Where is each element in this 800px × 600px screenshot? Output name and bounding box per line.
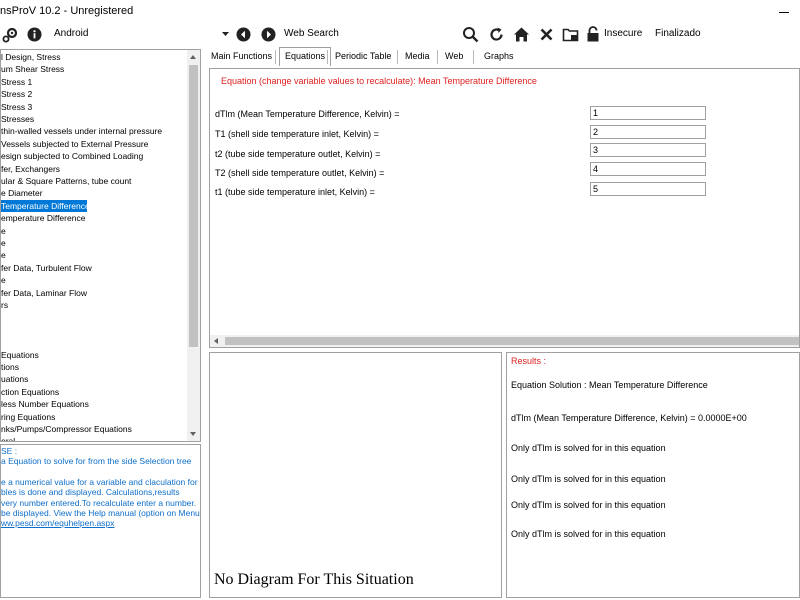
tab-periodic-table[interactable]: Periodic Table (330, 49, 396, 65)
tree-item[interactable]: nks/Pumps/Compressor Equations (1, 423, 132, 435)
scroll-left-icon[interactable] (214, 338, 218, 344)
tab-media[interactable]: Media (400, 49, 435, 65)
tree-item[interactable]: thin-walled vessels under internal press… (1, 125, 162, 137)
tree-item[interactable]: Stress 1 (1, 76, 32, 88)
variable-input[interactable] (590, 143, 706, 157)
unlock-icon[interactable] (586, 26, 601, 43)
result-line: Only dTlm is solved for in this equation (511, 443, 666, 453)
equation-tree[interactable]: ivativeseralnks/Pumps/Compressor Equatio… (0, 49, 201, 442)
home-icon[interactable] (513, 26, 530, 43)
tab-equations[interactable]: Equations (279, 47, 332, 66)
tree-item[interactable]: emperature Difference (1, 212, 85, 224)
result-line: Equation Solution : Mean Temperature Dif… (511, 380, 708, 390)
tree-item[interactable]: less Number Equations (1, 398, 89, 410)
title-bar: nsProV 10.2 - Unregistered (0, 0, 800, 24)
tab-web[interactable]: Web (440, 49, 468, 65)
gear-icon[interactable] (2, 27, 18, 43)
usage-text: bles is done and displayed. Calculations… (1, 487, 180, 498)
tree-item[interactable]: esign subjected to Combined Loading (1, 150, 143, 162)
variable-label: t1 (tube side temperature inlet, Kelvin)… (215, 187, 375, 197)
results-title: Results : (511, 356, 547, 366)
tab-separator (327, 50, 328, 64)
toolbar: Android Web Search Insecure Finalizado (0, 24, 800, 46)
equation-panel: Equation (change variable values to reca… (209, 68, 800, 348)
tree-item[interactable]: eral (1, 435, 15, 441)
tab-main-functions[interactable]: Main Functions (206, 49, 277, 65)
equation-hscrollbar[interactable] (210, 335, 799, 347)
scroll-up-icon[interactable] (190, 55, 196, 59)
tab-separator (275, 50, 276, 64)
tree-item[interactable]: Stresses (1, 113, 34, 125)
result-line: Only dTlm is solved for in this equation (511, 474, 666, 484)
scroll-thumb[interactable] (225, 337, 799, 345)
usage-text: e a numerical value for a variable and c… (1, 476, 198, 487)
dropdown-arrow-icon[interactable] (222, 32, 229, 37)
tree-item[interactable]: fer, Exchangers (1, 163, 60, 175)
tree-item[interactable]: e Diameter (1, 187, 43, 199)
tab-graphs[interactable]: Graphs (479, 49, 519, 65)
tab-bar: Main Functions Equations Periodic Table … (205, 46, 800, 66)
variable-input[interactable] (590, 125, 706, 139)
result-line: Only dTlm is solved for in this equation (511, 529, 666, 539)
variable-label: T1 (shell side temperature inlet, Kelvin… (215, 129, 379, 139)
usage-text: be displayed. View the Help manual (opti… (1, 507, 201, 518)
tree-item-selected[interactable]: Temperature Difference (1, 199, 90, 212)
info-icon[interactable] (27, 27, 42, 42)
usage-text: very number entered.To recalculate enter… (1, 497, 197, 508)
android-button[interactable]: Android (54, 28, 88, 39)
tree-item[interactable]: Stress 2 (1, 88, 32, 100)
close-icon[interactable] (540, 28, 553, 41)
tree-item[interactable]: e (1, 249, 6, 261)
usage-text: SE : (1, 446, 18, 456)
tree-item[interactable]: Stress 3 (1, 101, 32, 113)
usage-info-panel: SE :a Equation to solve for from the sid… (0, 444, 201, 598)
variable-input[interactable] (590, 162, 706, 176)
status-label: Finalizado (655, 28, 701, 39)
tree-item[interactable]: uations (1, 373, 28, 385)
folder-icon[interactable] (562, 26, 579, 43)
tree-item[interactable]: fer Data, Turbulent Flow (1, 262, 92, 274)
back-arrow-icon[interactable] (236, 27, 251, 42)
tree-item[interactable]: e (1, 225, 6, 237)
usage-text: a Equation to solve for from the side Se… (1, 456, 192, 467)
refresh-icon[interactable] (488, 26, 505, 43)
tree-item[interactable]: ring Equations (1, 411, 55, 423)
tree-item[interactable]: e (1, 237, 6, 249)
forward-arrow-icon[interactable] (261, 27, 276, 42)
help-link[interactable]: ww.pesd.com/equhelpen.aspx (1, 518, 114, 528)
tree-item[interactable]: fer Data, Laminar Flow (1, 287, 87, 299)
tree-item[interactable]: e (1, 274, 6, 286)
equation-title: Equation (change variable values to reca… (221, 76, 537, 86)
scroll-thumb[interactable] (189, 65, 198, 347)
result-line: dTlm (Mean Temperature Difference, Kelvi… (511, 413, 747, 423)
variable-label: t2 (tube side temperature outlet, Kelvin… (215, 149, 381, 159)
tree-item[interactable]: Vessels subjected to External Pressure (1, 138, 148, 150)
window-title: nsProV 10.2 - Unregistered (0, 5, 134, 17)
tree-item[interactable]: ction Equations (1, 386, 59, 398)
tab-separator (437, 50, 438, 64)
variable-input[interactable] (590, 182, 706, 196)
scroll-down-icon[interactable] (190, 432, 196, 436)
minimize-button[interactable] (754, 0, 800, 24)
result-line: Only dTlm is solved for in this equation (511, 500, 666, 510)
tab-separator (397, 50, 398, 64)
diagram-panel: No Diagram For This Situation (209, 352, 502, 598)
variable-label: T2 (shell side temperature outlet, Kelvi… (215, 168, 385, 178)
tab-separator (473, 50, 474, 64)
minimize-icon (779, 12, 789, 13)
tree-item[interactable]: Equations (1, 349, 39, 361)
tree-item[interactable]: rs (1, 299, 8, 311)
variable-input[interactable] (590, 106, 706, 120)
web-search-button[interactable]: Web Search (284, 28, 339, 39)
tree-item[interactable]: um Shear Stress (1, 63, 64, 75)
tree-item[interactable]: tions (1, 361, 19, 373)
variable-label: dTlm (Mean Temperature Difference, Kelvi… (215, 109, 400, 119)
tree-item[interactable]: l Design, Stress (1, 51, 61, 63)
search-icon[interactable] (462, 26, 479, 43)
insecure-label: Insecure (604, 28, 643, 39)
results-panel: Results : Equation Solution : Mean Tempe… (506, 352, 800, 598)
tree-item[interactable]: ular & Square Patterns, tube count (1, 175, 131, 187)
diagram-message: No Diagram For This Situation (214, 571, 414, 588)
tree-scrollbar[interactable] (187, 50, 200, 441)
